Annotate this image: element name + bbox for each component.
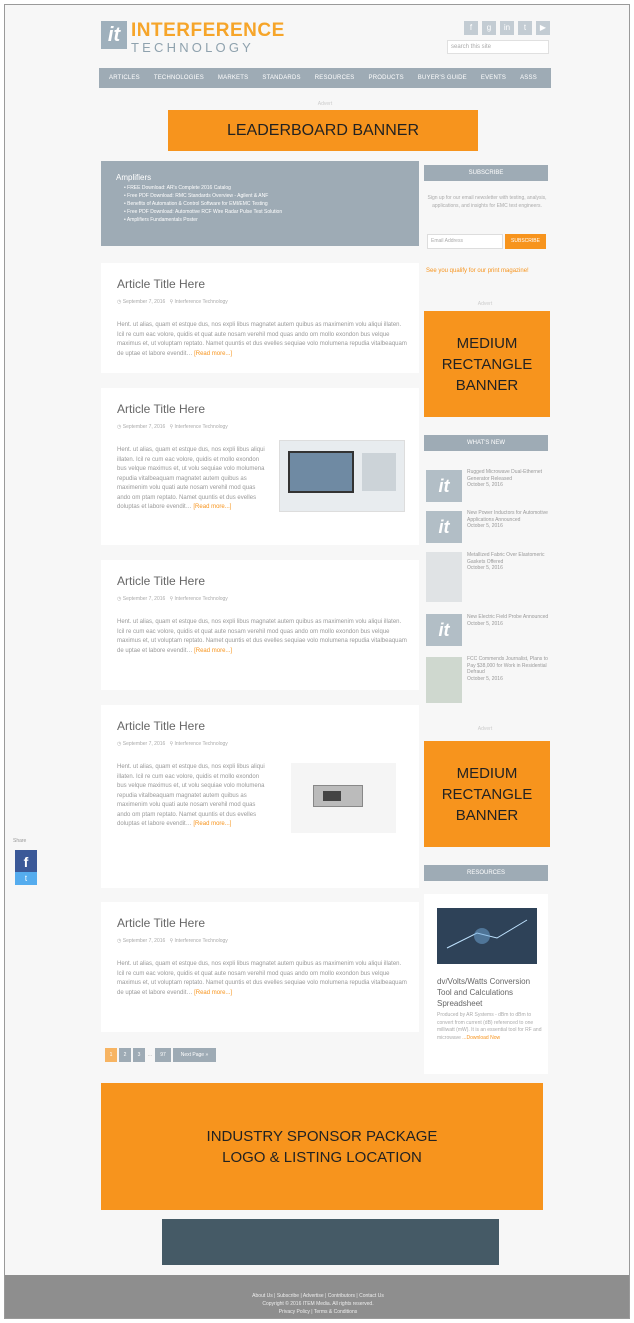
news-item[interactable]: FCC Commends Journalist, Plans to Pay $3… xyxy=(467,656,549,682)
page-frame: it INTERFERENCE TECHNOLOGY f g in t ▶ se… xyxy=(4,4,630,1319)
nav-events[interactable]: EVENTS xyxy=(481,75,506,81)
read-more-link[interactable]: [Read more...] xyxy=(193,821,231,827)
news-thumbnail-icon[interactable]: it xyxy=(426,470,462,502)
resource-card: dv/Volts/Watts Conversion Tool and Calcu… xyxy=(424,894,548,1074)
resources-heading: RESOURCES xyxy=(424,865,548,881)
spectrum-analyzer-image[interactable] xyxy=(279,440,405,512)
dark-banner-block xyxy=(162,1219,499,1265)
facebook-icon[interactable]: f xyxy=(464,21,478,35)
lightning-image xyxy=(437,908,537,964)
article-meta: ◷ September 7, 2016 ⚲ Interference Techn… xyxy=(117,299,228,305)
article-meta: ◷ September 7, 2016 ⚲ Interference Techn… xyxy=(117,596,228,602)
amplifiers-title: Amplifiers xyxy=(116,173,152,182)
nav-buyers-guide[interactable]: BUYER'S GUIDE xyxy=(418,75,467,81)
logo-line-2[interactable]: TECHNOLOGY xyxy=(131,40,254,55)
next-page-button[interactable]: Next Page » xyxy=(173,1048,216,1062)
amplifiers-box: Amplifiers FREE Download: AR's Complete … xyxy=(101,161,419,246)
footer: About Us | Subscribe | Advertise | Contr… xyxy=(5,1275,629,1318)
nav-markets[interactable]: MARKETS xyxy=(218,75,248,81)
whats-new-heading: WHAT'S NEW xyxy=(424,435,548,451)
qualify-link[interactable]: See you qualify for our print magazine! xyxy=(426,268,529,274)
footer-legal-links[interactable]: Privacy Policy | Terms & Conditions xyxy=(5,1308,629,1316)
subscribe-text: Sign up for our email newsletter with te… xyxy=(427,195,547,209)
logo-mark[interactable]: it xyxy=(101,21,127,49)
industry-sponsor-banner[interactable]: INDUSTRY SPONSOR PACKAGE LOGO & LISTING L… xyxy=(101,1083,543,1210)
amplifier-link[interactable]: Free PDF Download: RMC Standards Overvie… xyxy=(124,192,419,200)
subscribe-button[interactable]: SUBSCRIBE xyxy=(505,234,546,249)
news-item[interactable]: Metallized Fabric Over Elastomeric Gaske… xyxy=(467,552,549,572)
nav-resources[interactable]: RESOURCES xyxy=(315,75,355,81)
page-3-button[interactable]: 3 xyxy=(133,1048,145,1062)
amplifier-link[interactable]: Amplifiers Fundamentals Poster xyxy=(124,216,419,224)
article-title[interactable]: Article Title Here xyxy=(117,574,205,588)
download-now-link[interactable]: ...Download Now xyxy=(462,1035,500,1041)
page-ellipsis: ... xyxy=(147,1052,153,1058)
nav-standards[interactable]: STANDARDS xyxy=(262,75,300,81)
device-product-image[interactable] xyxy=(291,763,396,833)
leaderboard-banner[interactable]: LEADERBOARD BANNER xyxy=(168,110,478,151)
article-excerpt: Hent. ut alias, quam et estque dus, nos … xyxy=(117,961,407,996)
article-excerpt: Hent. ut alias, quam et estque dus, nos … xyxy=(117,764,265,827)
share-label: Share xyxy=(13,838,27,844)
email-field[interactable]: Email Address xyxy=(427,234,503,249)
nav-articles[interactable]: ARTICLES xyxy=(109,75,140,81)
article-meta: ◷ September 7, 2016 ⚲ Interference Techn… xyxy=(117,741,228,747)
news-item[interactable]: New Electric Field Probe Announced Octobe… xyxy=(467,614,549,627)
read-more-link[interactable]: [Read more...] xyxy=(193,504,231,510)
amplifier-link[interactable]: FREE Download: AR's Complete 2016 Catalo… xyxy=(124,184,419,192)
article-excerpt: Hent. ut alias, quam et estque dus, nos … xyxy=(117,619,407,654)
read-more-link[interactable]: [Read more...] xyxy=(194,990,232,996)
logo-line-1[interactable]: INTERFERENCE xyxy=(131,20,285,42)
facebook-share-icon[interactable]: f xyxy=(15,850,37,872)
page-2-button[interactable]: 2 xyxy=(119,1048,131,1062)
article-title[interactable]: Article Title Here xyxy=(117,916,205,930)
article-title[interactable]: Article Title Here xyxy=(117,402,205,416)
article-card: Article Title Here ◷ September 7, 2016 ⚲… xyxy=(101,388,419,545)
article-card: Article Title Here ◷ September 7, 2016 ⚲… xyxy=(101,902,419,1032)
advert-label: Advert xyxy=(317,101,333,107)
resource-title[interactable]: dv/Volts/Watts Conversion Tool and Calcu… xyxy=(437,976,545,1009)
amplifier-link[interactable]: Free PDF Download: Automotive RCF Wire R… xyxy=(124,208,419,216)
fabric-gasket-image[interactable] xyxy=(426,552,462,602)
read-more-link[interactable]: [Read more...] xyxy=(194,351,232,357)
article-meta: ◷ September 7, 2016 ⚲ Interference Techn… xyxy=(117,938,228,944)
page-last-button[interactable]: 97 xyxy=(155,1048,171,1062)
amplifier-link[interactable]: Benefits of Automation & Control Softwar… xyxy=(124,200,419,208)
article-title[interactable]: Article Title Here xyxy=(117,277,205,291)
news-item[interactable]: Rugged Microwave Dual-Ethernet Generator… xyxy=(467,469,549,489)
main-nav: ARTICLES TECHNOLOGIES MARKETS STANDARDS … xyxy=(99,68,551,88)
article-excerpt: Hent. ut alias, quam et estque dus, nos … xyxy=(117,447,265,510)
article-card: Article Title Here ◷ September 7, 2016 ⚲… xyxy=(101,705,419,888)
news-item[interactable]: New Power Inductors for Automotive Appli… xyxy=(467,510,549,530)
article-title[interactable]: Article Title Here xyxy=(117,719,205,733)
subscribe-heading: SUBSCRIBE xyxy=(424,165,548,181)
youtube-icon[interactable]: ▶ xyxy=(536,21,550,35)
nav-asss[interactable]: ASSS xyxy=(520,75,537,81)
resource-description: Produced by AR Systems - dBm to dBm to c… xyxy=(437,1012,542,1041)
article-card: Article Title Here ◷ September 7, 2016 ⚲… xyxy=(101,263,419,373)
page-1-button[interactable]: 1 xyxy=(105,1048,117,1062)
money-image[interactable] xyxy=(426,657,462,703)
nav-products[interactable]: PRODUCTS xyxy=(369,75,404,81)
nav-technologies[interactable]: TECHNOLOGIES xyxy=(154,75,204,81)
article-meta: ◷ September 7, 2016 ⚲ Interference Techn… xyxy=(117,424,228,430)
article-excerpt: Hent. ut alias, quam et estque dus, nos … xyxy=(117,322,407,357)
medium-rectangle-banner-1[interactable]: MEDIUM RECTANGLE BANNER xyxy=(424,311,550,417)
linkedin-icon[interactable]: in xyxy=(500,21,514,35)
read-more-link[interactable]: [Read more...] xyxy=(194,648,232,654)
advert-label: Advert xyxy=(477,726,493,732)
resource-image[interactable] xyxy=(437,908,537,964)
twitter-share-icon[interactable]: t xyxy=(15,872,37,885)
footer-links[interactable]: About Us | Subscribe | Advertise | Contr… xyxy=(5,1292,629,1300)
search-input[interactable]: search this site xyxy=(447,40,549,54)
advert-label: Advert xyxy=(477,301,493,307)
article-card: Article Title Here ◷ September 7, 2016 ⚲… xyxy=(101,560,419,690)
medium-rectangle-banner-2[interactable]: MEDIUM RECTANGLE BANNER xyxy=(424,741,550,847)
footer-copyright: Copyright © 2016 ITEM Media. All rights … xyxy=(262,1301,374,1307)
google-plus-icon[interactable]: g xyxy=(482,21,496,35)
twitter-icon[interactable]: t xyxy=(518,21,532,35)
news-thumbnail-icon[interactable]: it xyxy=(426,614,462,646)
news-thumbnail-icon[interactable]: it xyxy=(426,511,462,543)
